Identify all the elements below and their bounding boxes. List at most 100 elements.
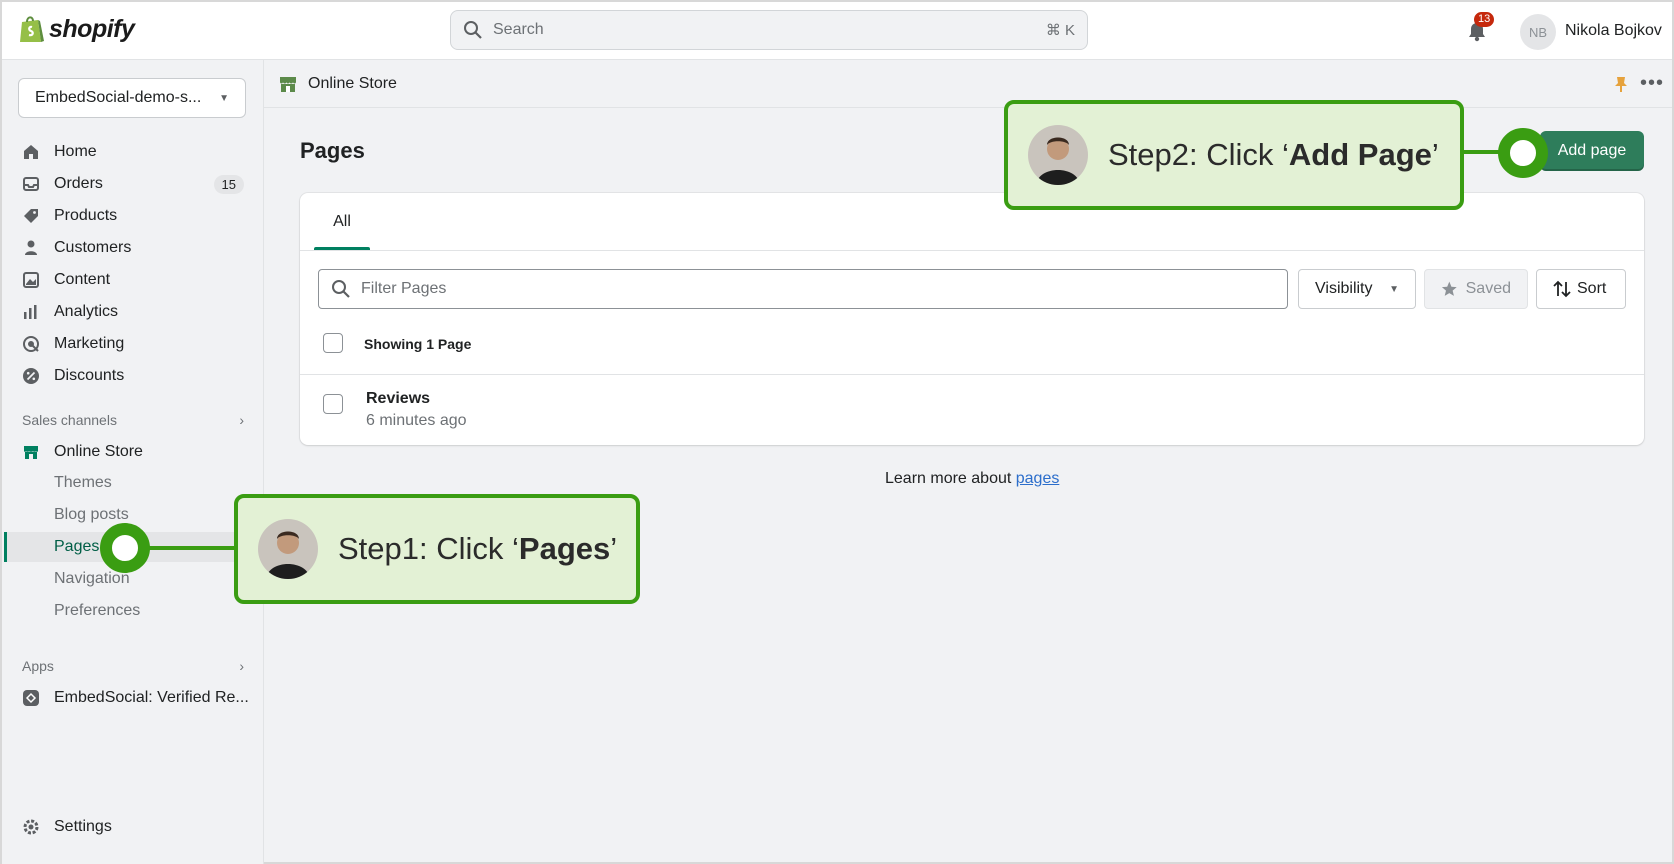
brand-name: shopify [49,14,135,43]
search-bar[interactable]: Search ⌘ K [450,10,1088,50]
breadcrumb: Online Store [264,60,1672,108]
sidebar-item-label: Marketing [54,335,125,352]
sidebar-item-settings[interactable]: Settings [22,818,112,836]
tab-divider [300,250,1644,251]
sales-channels-header[interactable]: Sales channels › [22,412,244,428]
discount-icon [23,368,39,384]
step1-prefix: Step1: Click ‘ [338,531,519,566]
guide-avatar [1028,125,1088,185]
sidebar-item-label: Customers [54,239,132,256]
page-title: Pages [300,138,365,163]
sort-label: Sort [1577,280,1607,297]
search-icon [464,21,482,39]
sidebar-item-navigation[interactable]: Navigation [54,570,130,588]
callout-target-dot [1498,128,1548,178]
step2-prefix: Step2: Click ‘ [1108,137,1289,172]
star-icon [1441,281,1457,296]
row-checkbox[interactable] [323,394,343,414]
sidebar-item-label: EmbedSocial: Verified Re... [54,689,249,706]
sidebar-item-blog-posts[interactable]: Blog posts [54,506,129,524]
apps-header[interactable]: Apps › [22,658,244,674]
sidebar-item-label: Discounts [54,367,125,384]
user-name[interactable]: Nikola Bojkov [1565,22,1662,40]
caret-down-icon: ▼ [219,92,229,104]
sidebar-item-preferences[interactable]: Preferences [54,602,140,620]
page-row-timestamp: 6 minutes ago [366,412,467,429]
orders-count-badge: 15 [213,174,244,194]
content-icon [23,272,39,288]
showing-count: Showing 1 Page [364,336,472,352]
learn-more-link[interactable]: pages [1016,470,1060,487]
target-icon [23,336,39,352]
pin-icon[interactable] [1614,76,1628,92]
sidebar-item-label: Products [54,207,118,224]
page-row-title[interactable]: Reviews [366,390,430,408]
saved-label: Saved [1465,280,1511,297]
tab-all[interactable]: All [314,193,370,251]
sort-button[interactable]: Sort [1536,269,1626,309]
step1-callout: Step1: Click ‘Pages’ [234,494,640,604]
sidebar: EmbedSocial-demo-s... ▼ Home Orders 15 P… [2,60,264,864]
sidebar-item-analytics[interactable]: Analytics [22,298,244,326]
step2-suffix: ’ [1431,137,1439,172]
sidebar-item-pages[interactable]: Pages [54,538,99,556]
saved-button[interactable]: Saved [1424,269,1528,309]
search-icon [332,280,350,298]
sidebar-item-products[interactable]: Products [22,202,244,230]
home-icon [24,145,38,159]
store-icon [280,76,296,92]
settings-label: Settings [54,818,112,835]
sidebar-item-embedsocial-app[interactable]: EmbedSocial: Verified Re... [22,684,254,712]
shopify-bag-icon [20,16,44,42]
store-icon [24,446,38,459]
store-selector[interactable]: EmbedSocial-demo-s... ▼ [18,78,246,118]
sidebar-item-orders[interactable]: Orders 15 [22,170,244,198]
search-shortcut: ⌘ K [1045,22,1075,39]
sidebar-item-themes[interactable]: Themes [54,474,112,492]
sidebar-item-label: Analytics [54,303,119,320]
sidebar-item-label: Content [54,271,111,288]
sidebar-item-customers[interactable]: Customers [22,234,244,262]
sidebar-item-content[interactable]: Content [22,266,244,294]
sidebar-item-label: Online Store [54,443,143,460]
sidebar-item-online-store[interactable]: Online Store [22,438,244,466]
guide-avatar [258,519,318,579]
step1-suffix: ’ [610,531,618,566]
select-all-checkbox[interactable] [323,333,343,353]
chevron-right-icon: › [239,412,244,428]
person-icon [25,240,37,255]
notification-badge: 13 [1474,12,1495,27]
app-icon [23,690,39,706]
add-page-button[interactable]: Add page [1540,131,1644,171]
store-name: EmbedSocial-demo-s... [35,89,202,106]
sidebar-item-home[interactable]: Home [22,138,244,166]
sidebar-item-marketing[interactable]: Marketing [22,330,244,358]
filter-pages-input[interactable]: Filter Pages [318,269,1288,309]
visibility-label: Visibility [1315,280,1373,297]
tag-icon [24,209,38,223]
breadcrumb-label[interactable]: Online Store [308,75,397,93]
pages-card: All Filter Pages Visibility ▼ Saved Sort… [300,193,1644,445]
step2-bold: Add Page [1288,137,1432,172]
learn-more-text: Learn more about pages [885,470,1059,488]
row-divider [300,374,1644,375]
sidebar-item-discounts[interactable]: Discounts [22,362,244,390]
top-bar: shopify Search ⌘ K 13 NB Nikola Bojkov [2,2,1672,60]
chevron-right-icon: › [239,658,244,674]
sidebar-item-label: Home [54,143,97,160]
search-placeholder: Search [493,21,544,38]
orders-icon [23,177,39,191]
learn-more-prefix: Learn more about [885,470,1016,487]
callout-target-dot [100,523,150,573]
avatar[interactable]: NB [1520,14,1556,50]
step2-callout: Step2: Click ‘Add Page’ [1004,100,1464,210]
visibility-dropdown[interactable]: Visibility ▼ [1298,269,1416,309]
section-label: Apps [22,658,54,674]
caret-down-icon: ▼ [1389,283,1399,295]
bar-chart-icon [24,305,37,319]
step2-text: Step2: Click ‘Add Page’ [1108,137,1439,173]
more-actions-icon[interactable]: ••• [1640,72,1664,95]
filter-placeholder: Filter Pages [361,280,447,297]
shopify-logo[interactable]: shopify [18,14,135,44]
sidebar-item-label: Orders [54,175,103,192]
